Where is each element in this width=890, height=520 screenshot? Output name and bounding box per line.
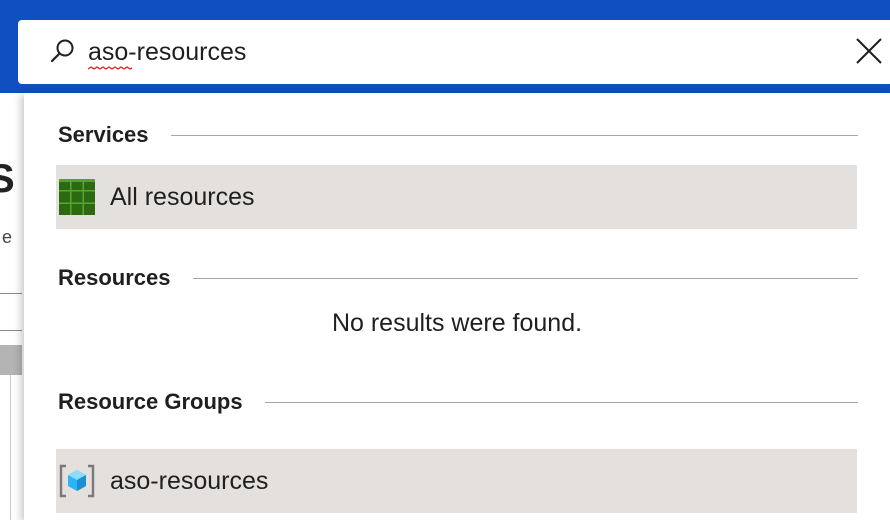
background-text-fragment: e <box>2 227 13 247</box>
close-icon[interactable] <box>852 34 886 68</box>
top-header-bar: aso-resources <box>0 0 890 93</box>
spellcheck-underline <box>88 66 132 70</box>
services-section-title: Services <box>58 122 149 147</box>
resources-section-title: Resources <box>58 265 171 290</box>
services-section-header: Services <box>58 121 858 149</box>
background-page-fragment: S e <box>0 93 22 520</box>
section-divider <box>192 277 858 279</box>
resource-groups-section-title: Resource Groups <box>58 389 243 414</box>
resources-section-header: Resources <box>58 264 858 292</box>
resource-group-result-aso-resources[interactable]: aso-resources <box>56 449 857 513</box>
section-divider <box>264 401 858 403</box>
global-search-box[interactable]: aso-resources <box>18 20 890 84</box>
resource-group-icon <box>59 464 95 498</box>
service-result-all-resources[interactable]: All resources <box>56 165 857 229</box>
resource-groups-section-header: Resource Groups <box>58 388 858 416</box>
all-resources-grid-icon <box>59 179 95 215</box>
background-divider <box>10 375 11 520</box>
no-results-message: No results were found. <box>331 309 583 337</box>
search-results-dropdown: Services All resources Resources No resu… <box>24 93 890 520</box>
background-divider <box>0 293 22 294</box>
background-toolbar-fragment <box>0 345 22 375</box>
resource-group-result-label: aso-resources <box>110 466 269 495</box>
search-input[interactable]: aso-resources <box>88 36 246 68</box>
search-icon <box>50 39 74 63</box>
section-divider <box>170 134 858 136</box>
background-divider <box>0 330 22 331</box>
service-result-label: All resources <box>110 182 255 211</box>
background-heading-fragment: S <box>0 157 15 201</box>
